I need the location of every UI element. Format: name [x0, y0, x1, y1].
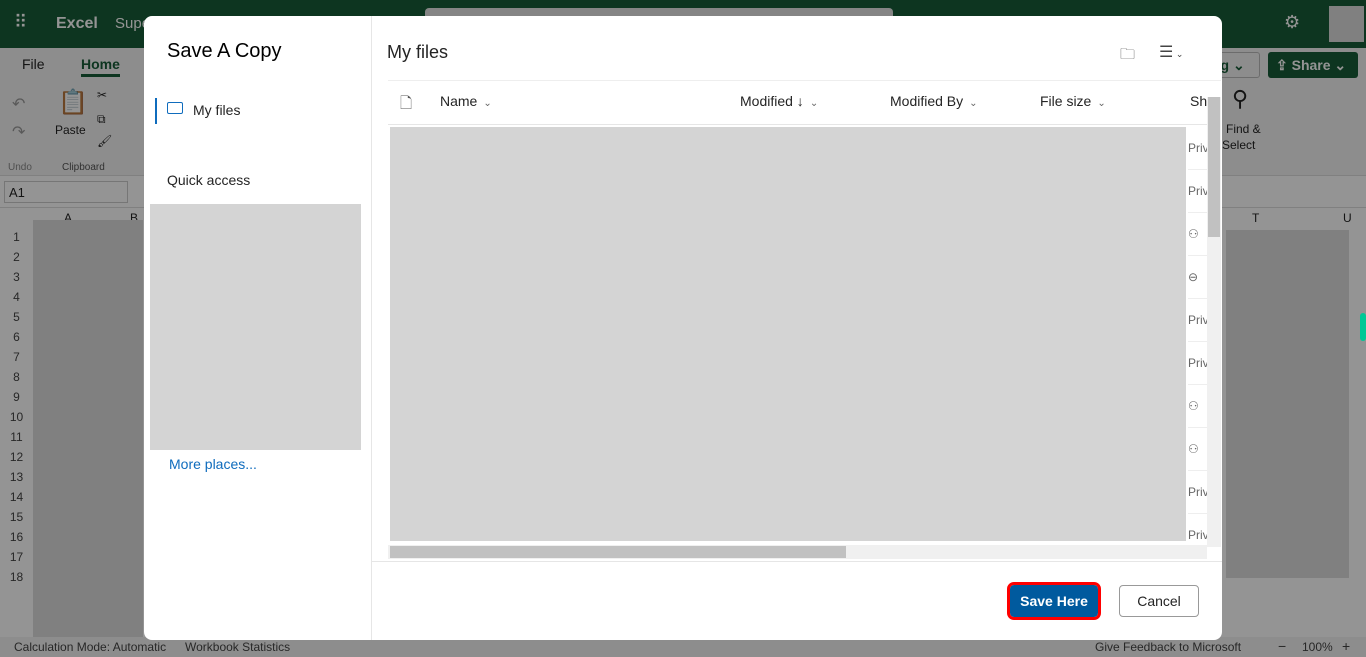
new-folder-icon[interactable]: 🗀	[1120, 44, 1135, 69]
dialog-title: Save A Copy	[167, 40, 282, 62]
sharing-text: Priv	[1188, 313, 1207, 327]
sharing-cell: Priv	[1188, 342, 1207, 385]
file-list: 🗋 Name ⌄ Modified ↓ ⌄ Modified By ⌄ File si…	[388, 80, 1221, 562]
sharing-cell: ⚇	[1188, 213, 1207, 256]
sharing-cell: Priv	[1188, 170, 1207, 213]
sharing-text: Priv	[1188, 184, 1207, 198]
sharing-text: Priv	[1188, 528, 1207, 542]
column-modified-by[interactable]: Modified By ⌄	[890, 93, 978, 109]
footer-divider	[372, 561, 1222, 562]
more-places-link[interactable]: More places...	[169, 456, 257, 472]
file-type-icon: 🗋	[400, 95, 413, 112]
dialog-nav-pane: Save A Copy My files Quick access More p…	[144, 16, 372, 640]
link-icon: ⊖	[1188, 270, 1199, 284]
file-list-header: 🗋 Name ⌄ Modified ↓ ⌄ Modified By ⌄ File si…	[388, 81, 1208, 125]
quick-access-heading: Quick access	[167, 172, 251, 188]
sharing-cell: ⚇	[1188, 385, 1207, 428]
file-rows-region[interactable]	[390, 127, 1186, 541]
sharing-cell: ⚇	[1188, 428, 1207, 471]
nav-label: My files	[193, 102, 241, 118]
vertical-scrollbar[interactable]	[1207, 97, 1221, 547]
column-file-size[interactable]: File size ⌄	[1040, 93, 1106, 109]
side-handle[interactable]	[1360, 313, 1366, 341]
sharing-cell: Priv	[1188, 471, 1207, 514]
people-icon: ⚇	[1188, 399, 1199, 413]
column-label: File size	[1040, 93, 1092, 109]
scrollbar-thumb[interactable]	[390, 546, 846, 558]
save-here-button[interactable]: Save Here	[1007, 582, 1101, 620]
horizontal-scrollbar[interactable]	[388, 545, 1207, 559]
column-label: Name	[440, 93, 478, 109]
selection-indicator	[155, 98, 157, 124]
cancel-button[interactable]: Cancel	[1119, 585, 1199, 617]
column-label: Modified ↓	[740, 93, 804, 109]
column-name[interactable]: Name ⌄	[440, 93, 492, 109]
people-icon: ⚇	[1188, 227, 1199, 241]
save-a-copy-dialog: Save A Copy My files Quick access More p…	[144, 16, 1222, 640]
sharing-text: Priv	[1188, 356, 1207, 370]
nav-item-my-files[interactable]: My files	[155, 98, 355, 124]
quick-access-list[interactable]	[150, 204, 361, 450]
main-title: My files	[387, 42, 449, 62]
column-sharing[interactable]: Sh	[1190, 93, 1207, 109]
sharing-cell: Priv	[1188, 299, 1207, 342]
sharing-text: Priv	[1188, 141, 1207, 155]
people-icon: ⚇	[1188, 442, 1199, 456]
scrollbar-thumb[interactable]	[1208, 97, 1220, 237]
sharing-cell: ⊖	[1188, 256, 1207, 299]
folder-icon	[167, 102, 183, 114]
column-modified[interactable]: Modified ↓ ⌄	[740, 93, 818, 109]
sharing-text: Priv	[1188, 485, 1207, 499]
sharing-cell: Priv	[1188, 127, 1207, 170]
view-options-icon[interactable]: ☰ ⌄	[1159, 42, 1183, 62]
column-label: Modified By	[890, 93, 964, 109]
